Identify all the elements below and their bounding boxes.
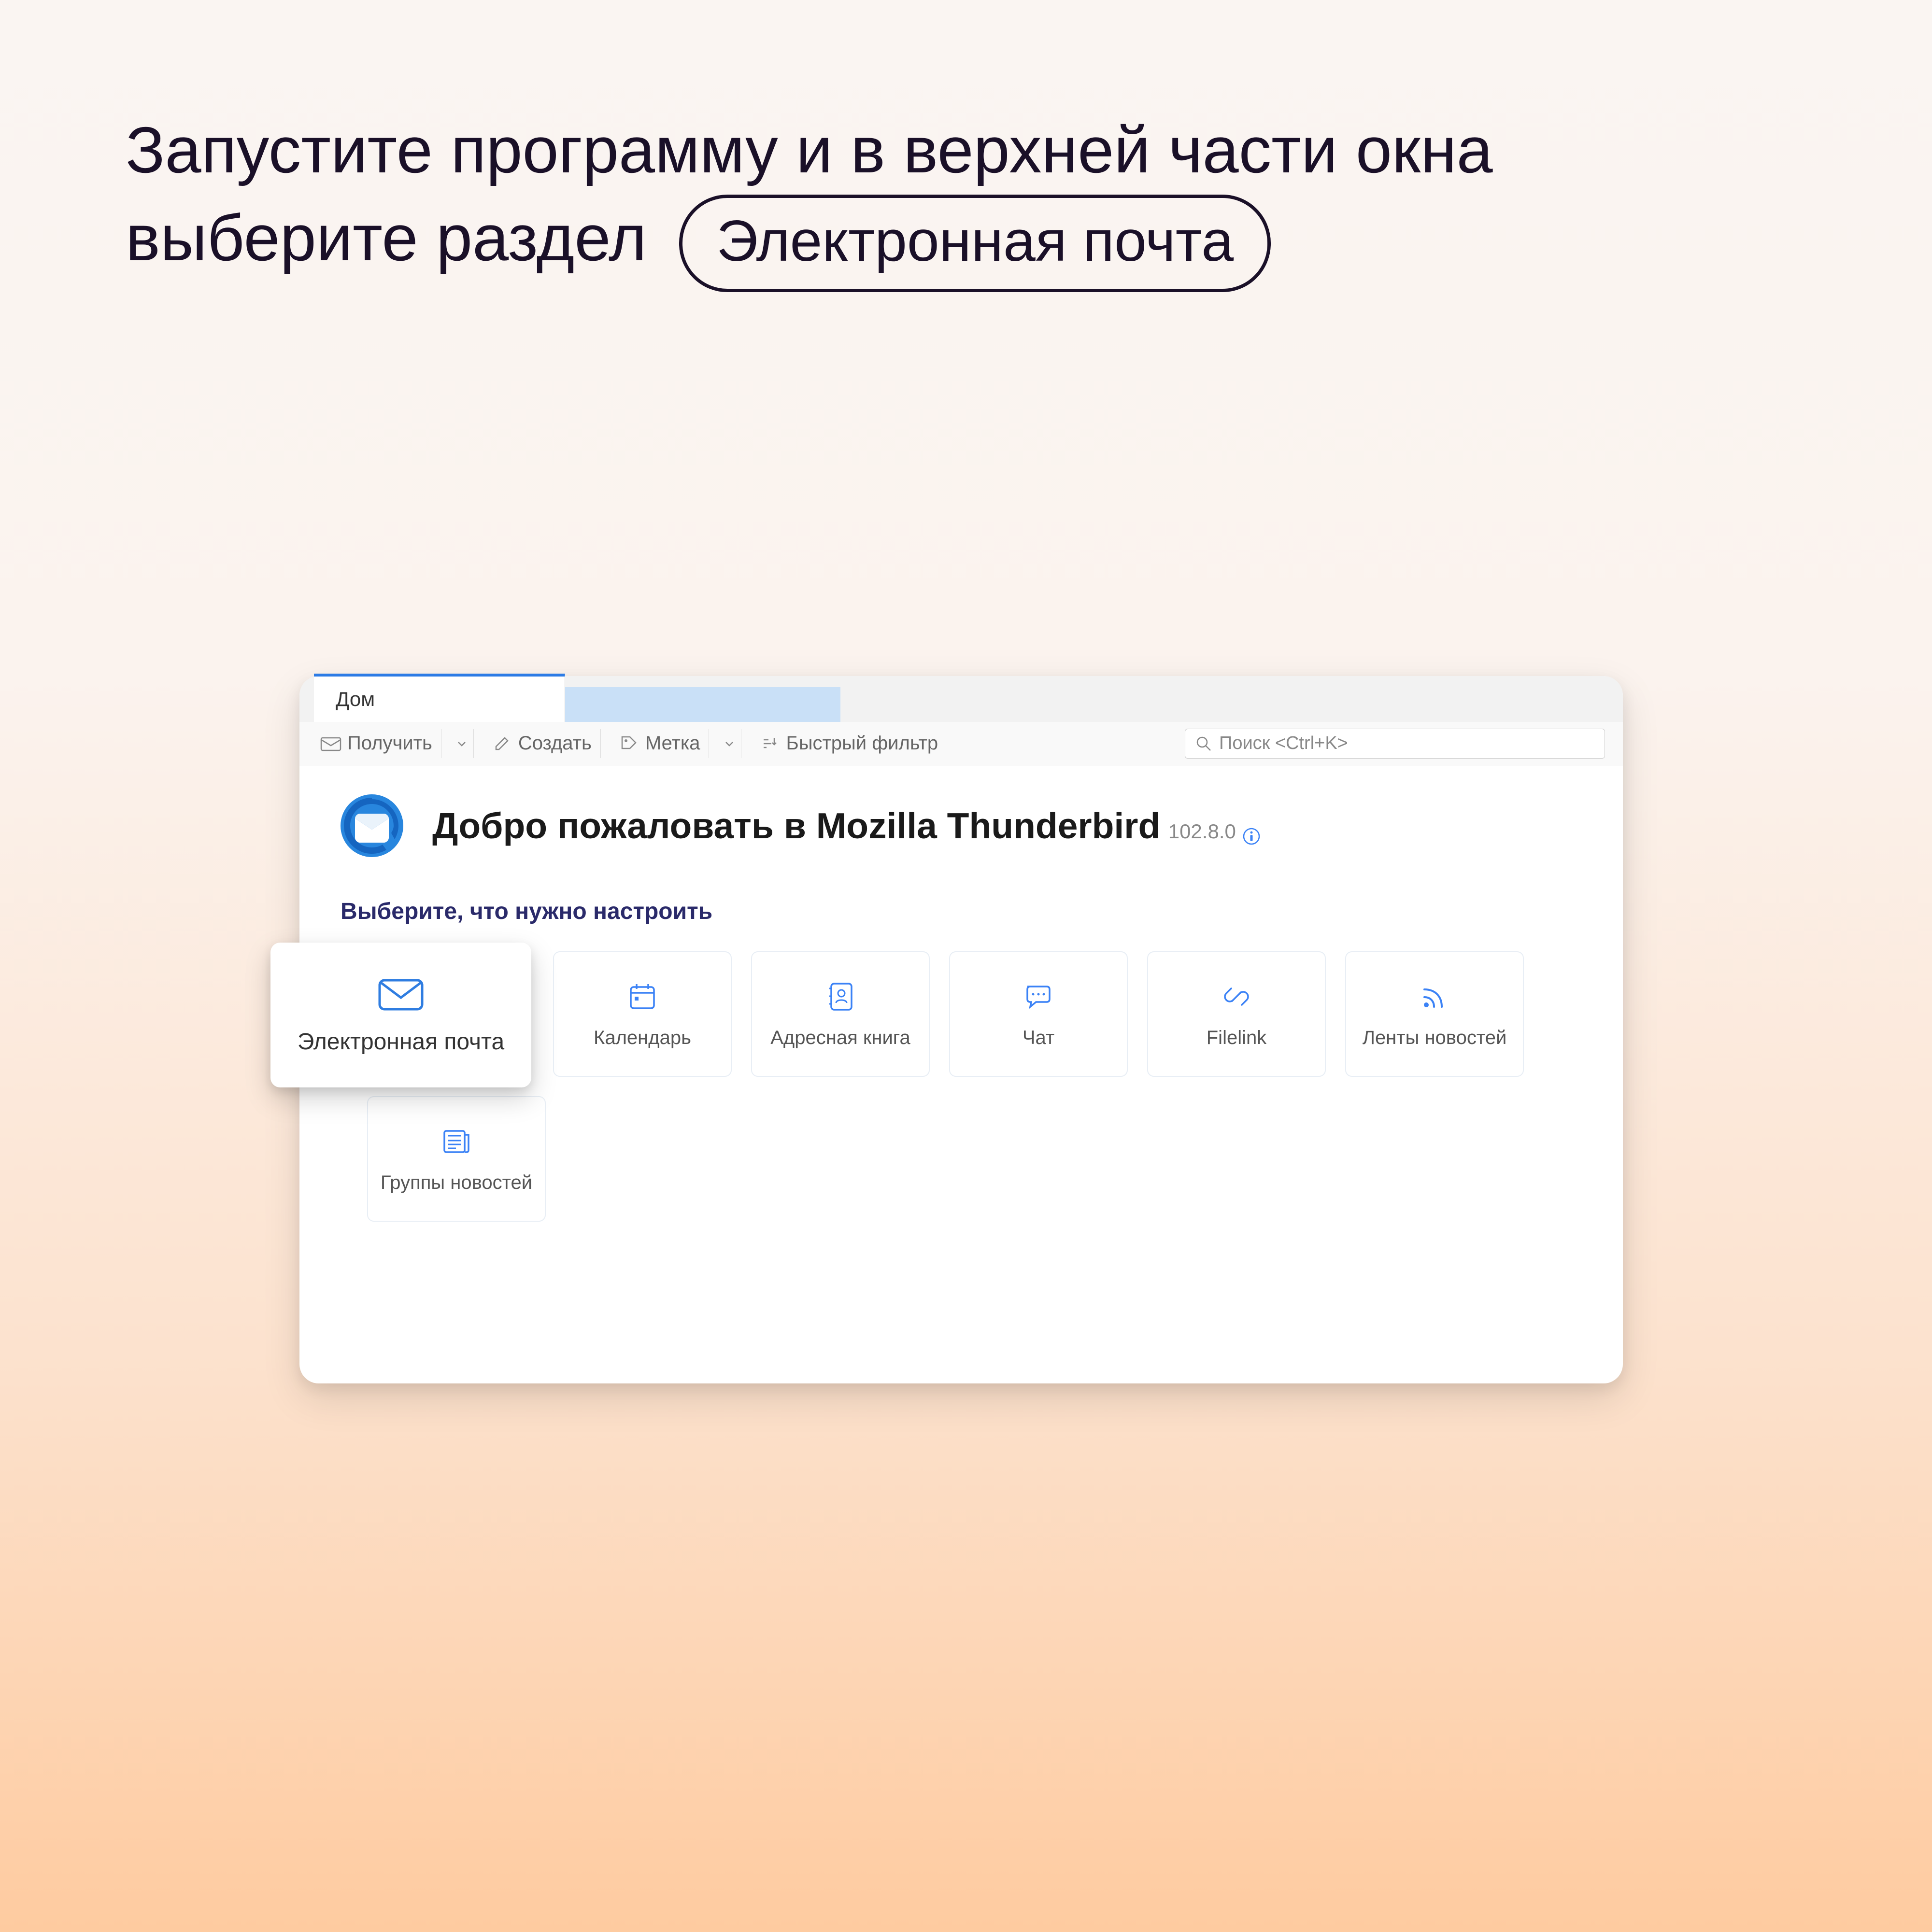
instruction-line2-prefix: выберите раздел [126,201,647,274]
create-button[interactable]: Создать [483,729,601,758]
welcome-title: Добро пожаловать в Mozilla Thunderbird [432,805,1160,846]
quick-filter-label: Быстрый фильтр [786,733,938,754]
tab-bar: Дом [299,676,1623,722]
setup-subtitle: Выберите, что нужно настроить [341,898,1584,925]
receive-label: Получить [347,733,432,754]
search-icon [1195,735,1212,752]
filter-icon [759,733,780,754]
welcome-title-wrap: Добро пожаловать в Mozilla Thunderbird 1… [432,805,1261,846]
card-filelink-label: Filelink [1207,1027,1266,1049]
card-email-label: Электронная почта [298,1029,504,1055]
app-window: Дом Получить Создать Метка [299,676,1623,1383]
card-chat-label: Чат [1023,1027,1054,1049]
instruction-text: Запустите программу и в верхней части ок… [126,106,1835,292]
tag-button[interactable]: Метка [610,729,710,758]
card-newsgroups-label: Группы новостей [381,1172,532,1194]
toolbar: Получить Создать Метка Быстрый фильтр [299,722,1623,765]
info-icon[interactable] [1242,827,1261,846]
welcome-header: Добро пожаловать в Mozilla Thunderbird 1… [338,792,1584,860]
card-chat[interactable]: Чат [949,951,1128,1077]
tag-dropdown[interactable] [718,729,741,758]
instruction-line1: Запустите программу и в верхней части ок… [126,113,1493,186]
envelope-icon [377,975,425,1014]
quick-filter-button[interactable]: Быстрый фильтр [750,729,947,758]
search-input[interactable]: Поиск <Ctrl+K> [1185,729,1605,759]
card-address-book-label: Адресная книга [770,1027,910,1049]
rss-icon [1418,980,1451,1014]
cards-row-2: Группы новостей [341,1096,1584,1222]
tab-inactive[interactable] [565,687,840,722]
search-placeholder: Поиск <Ctrl+K> [1219,733,1348,754]
thunderbird-logo [338,792,406,860]
instruction-pill: Электронная почта [679,195,1271,292]
tag-label: Метка [645,733,700,754]
card-email[interactable]: Электронная почта [270,943,531,1087]
address-book-icon [824,980,857,1014]
newspaper-icon [440,1125,473,1158]
pencil-icon [491,733,512,754]
card-calendar[interactable]: Календарь [553,951,732,1077]
content-area: Добро пожаловать в Mozilla Thunderbird 1… [299,765,1623,1268]
inbox-icon [320,733,341,754]
tab-home[interactable]: Дом [314,674,565,722]
calendar-icon [625,980,659,1014]
tag-icon [618,733,639,754]
card-feeds[interactable]: Ленты новостей [1345,951,1524,1077]
link-icon [1220,980,1253,1014]
setup-cards: Электронная почта Календарь Адресная кни… [338,951,1584,1222]
card-calendar-label: Календарь [594,1027,691,1049]
card-address-book[interactable]: Адресная книга [751,951,930,1077]
create-label: Создать [518,733,592,754]
card-newsgroups[interactable]: Группы новостей [367,1096,546,1222]
card-filelink[interactable]: Filelink [1147,951,1326,1077]
chat-icon [1022,980,1055,1014]
receive-button[interactable]: Получить [312,729,441,758]
receive-dropdown[interactable] [450,729,474,758]
version-text: 102.8.0 [1168,820,1236,843]
card-feeds-label: Ленты новостей [1363,1027,1507,1049]
tab-home-label: Дом [336,688,375,710]
